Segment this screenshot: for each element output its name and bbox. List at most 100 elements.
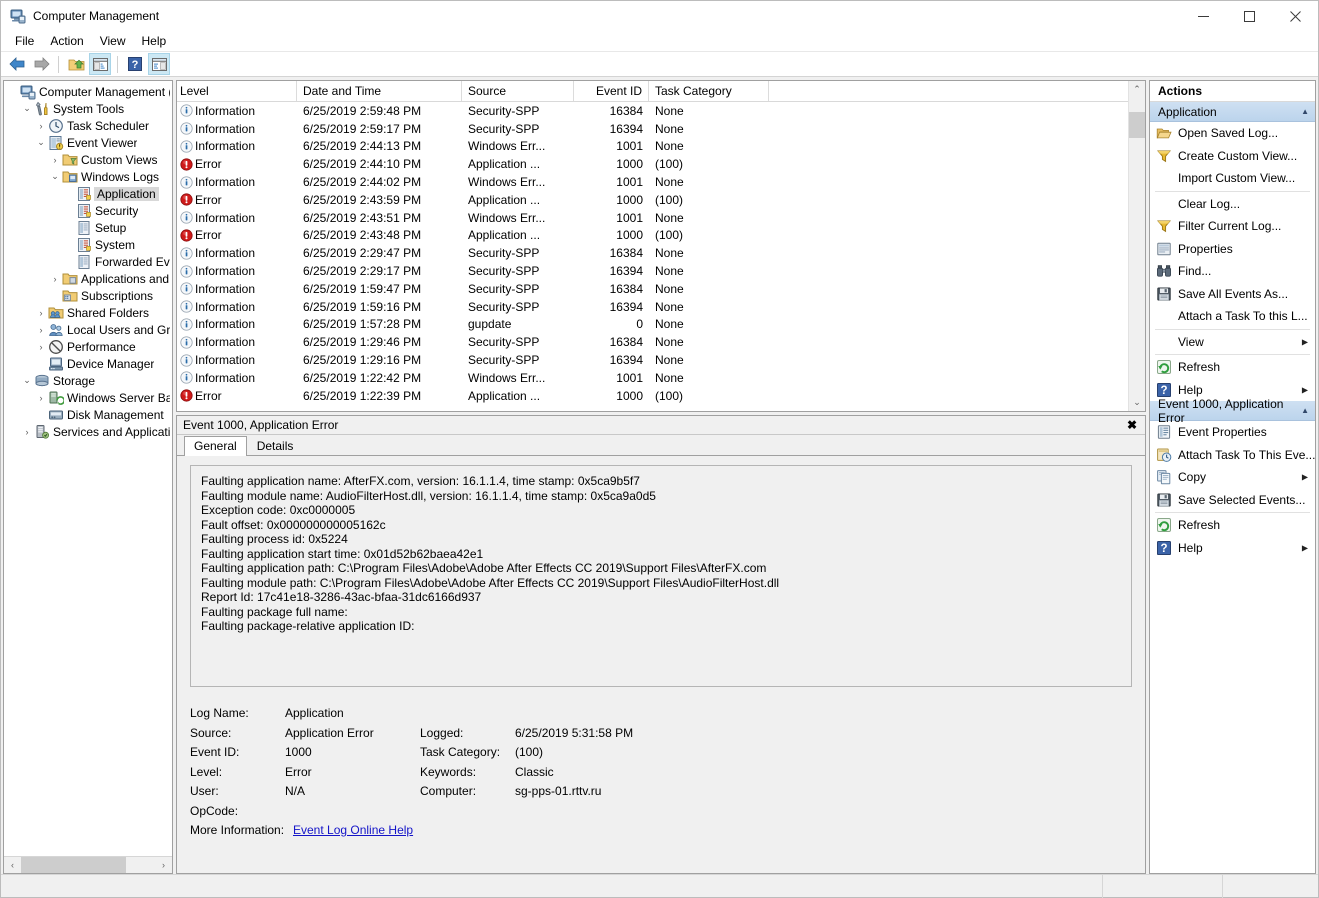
event-row[interactable]: Error 6/25/2019 2:43:59 PM Application ...… <box>177 191 1128 209</box>
column-header-task-category[interactable]: Task Category <box>649 81 769 101</box>
event-row[interactable]: Error 6/25/2019 1:22:39 PM Application ...… <box>177 387 1128 405</box>
event-row[interactable]: Information 6/25/2019 2:29:17 PM Security-… <box>177 262 1128 280</box>
scroll-left-button[interactable]: ‹ <box>4 857 21 873</box>
tree-item-system-tools[interactable]: ⌄ System Tools <box>4 100 172 117</box>
chevron-right-icon[interactable]: › <box>34 304 48 321</box>
column-header-source[interactable]: Source <box>462 81 574 101</box>
action-item-filter-current-log[interactable]: Filter Current Log... <box>1150 215 1315 238</box>
menu-action[interactable]: Action <box>42 32 91 51</box>
up-one-level-button[interactable] <box>65 53 87 75</box>
tree-item-windows-server-backup[interactable]: › Windows Server Backup <box>4 389 172 406</box>
event-row[interactable]: Information 6/25/2019 2:59:17 PM Security-… <box>177 120 1128 138</box>
event-list-rows[interactable]: Information 6/25/2019 2:59:48 PM Security-… <box>177 102 1128 411</box>
tab-general[interactable]: General <box>184 436 247 456</box>
event-row[interactable]: Error 6/25/2019 2:44:10 PM Application ...… <box>177 155 1128 173</box>
event-row[interactable]: Information 6/25/2019 1:22:42 PM Windows E… <box>177 369 1128 387</box>
event-row[interactable]: Information 6/25/2019 2:59:48 PM Security-… <box>177 102 1128 120</box>
tree-hscroll-thumb[interactable] <box>21 857 126 873</box>
chevron-right-icon[interactable]: › <box>34 117 48 134</box>
action-item-refresh[interactable]: Refresh <box>1150 514 1315 537</box>
tree-item-setup[interactable]: Setup <box>4 219 172 236</box>
menu-file[interactable]: File <box>7 32 42 51</box>
column-header-event-id[interactable]: Event ID <box>574 81 649 101</box>
chevron-right-icon[interactable]: › <box>34 389 48 406</box>
tree-hscroll-track[interactable] <box>21 857 155 873</box>
scroll-right-button[interactable]: › <box>155 857 172 873</box>
close-icon[interactable]: ✖ <box>1124 417 1140 433</box>
tree-item-local-users-and-groups[interactable]: › Local Users and Groups <box>4 321 172 338</box>
scroll-down-button[interactable]: ⌄ <box>1129 394 1145 411</box>
tree-item-shared-folders[interactable]: › Shared Folders <box>4 304 172 321</box>
actions-section-header[interactable]: Event 1000, Application Error ▲ <box>1150 397 1315 425</box>
tree-item-task-scheduler[interactable]: › Task Scheduler <box>4 117 172 134</box>
chevron-down-icon[interactable]: ⌄ <box>20 100 34 117</box>
event-row[interactable]: Information 6/25/2019 2:44:13 PM Windows E… <box>177 138 1128 156</box>
action-item-help[interactable]: ? Help ▶ <box>1150 379 1315 402</box>
action-item-event-properties[interactable]: Event Properties <box>1150 421 1315 444</box>
chevron-right-icon[interactable]: › <box>34 338 48 355</box>
chevron-down-icon[interactable]: ⌄ <box>34 134 48 151</box>
chevron-right-icon[interactable]: › <box>48 151 62 168</box>
action-item-view[interactable]: View ▶ <box>1150 331 1315 354</box>
event-row[interactable]: Error 6/25/2019 2:43:48 PM Application ...… <box>177 227 1128 245</box>
event-row[interactable]: Information 6/25/2019 1:57:28 PM gupdate 0 N… <box>177 316 1128 334</box>
tree-item-forwarded-event[interactable]: Forwarded Event <box>4 253 172 270</box>
tree-item-services-and-applications[interactable]: › Services and Applications <box>4 423 172 440</box>
event-description-box[interactable]: Faulting application name: AfterFX.com, … <box>190 465 1132 687</box>
column-header-date-time[interactable]: Date and Time <box>297 81 462 101</box>
help-button[interactable]: ? <box>124 53 146 75</box>
tree-item-event-viewer[interactable]: ⌄ Event Viewer <box>4 134 172 151</box>
chevron-up-icon[interactable]: ▲ <box>1301 107 1309 116</box>
event-row[interactable]: Information 6/25/2019 1:29:16 PM Security-… <box>177 351 1128 369</box>
action-item-find[interactable]: Find... <box>1150 260 1315 283</box>
chevron-down-icon[interactable]: ⌄ <box>20 372 34 389</box>
tree-item-subscriptions[interactable]: Subscriptions <box>4 287 172 304</box>
back-button[interactable] <box>6 53 28 75</box>
tree-item-storage[interactable]: ⌄ Storage <box>4 372 172 389</box>
column-header-level[interactable]: Level <box>177 81 297 101</box>
action-item-properties[interactable]: Properties <box>1150 238 1315 261</box>
menu-view[interactable]: View <box>92 32 134 51</box>
event-row[interactable]: Information 6/25/2019 1:59:16 PM Security-… <box>177 298 1128 316</box>
chevron-down-icon[interactable]: ⌄ <box>48 168 62 185</box>
show-hide-action-pane-button[interactable] <box>148 53 170 75</box>
tree-item-performance[interactable]: › Performance <box>4 338 172 355</box>
action-item-refresh[interactable]: Refresh <box>1150 356 1315 379</box>
action-item-help[interactable]: ? Help ▶ <box>1150 537 1315 560</box>
minimize-button[interactable] <box>1180 1 1226 31</box>
action-item-clear-log[interactable]: Clear Log... <box>1150 193 1315 216</box>
action-item-copy[interactable]: Copy ▶ <box>1150 466 1315 489</box>
tree-horizontal-scrollbar[interactable]: ‹ › <box>4 856 172 873</box>
event-row[interactable]: Information 6/25/2019 1:29:46 PM Security-… <box>177 333 1128 351</box>
scroll-up-button[interactable]: ⌃ <box>1129 81 1145 98</box>
tree-item-computer-management-local[interactable]: Computer Management (Local <box>4 83 172 100</box>
chevron-right-icon[interactable]: ▶ <box>1302 385 1308 394</box>
tree-item-system[interactable]: System <box>4 236 172 253</box>
event-row[interactable]: Information 6/25/2019 2:29:47 PM Security-… <box>177 244 1128 262</box>
event-list-vscroll-track[interactable] <box>1129 98 1145 394</box>
chevron-right-icon[interactable]: › <box>34 321 48 338</box>
chevron-right-icon[interactable]: ▶ <box>1302 337 1308 346</box>
menu-help[interactable]: Help <box>134 32 175 51</box>
event-log-online-help-link[interactable]: Event Log Online Help <box>293 823 413 837</box>
event-row[interactable]: Information 6/25/2019 1:59:47 PM Security-… <box>177 280 1128 298</box>
tree-item-applications-and-se[interactable]: › Applications and Se <box>4 270 172 287</box>
chevron-right-icon[interactable]: ▶ <box>1302 473 1308 482</box>
chevron-up-icon[interactable]: ▲ <box>1301 406 1309 415</box>
event-row[interactable]: Information 6/25/2019 2:44:02 PM Windows E… <box>177 173 1128 191</box>
tree-item-custom-views[interactable]: › Custom Views <box>4 151 172 168</box>
show-hide-console-tree-button[interactable] <box>89 53 111 75</box>
tree-item-device-manager[interactable]: Device Manager <box>4 355 172 372</box>
maximize-button[interactable] <box>1226 1 1272 31</box>
action-item-attach-a-task-to-this-l[interactable]: Attach a Task To this L... <box>1150 305 1315 328</box>
chevron-right-icon[interactable]: ▶ <box>1302 543 1308 552</box>
event-list-vscroll-thumb[interactable] <box>1129 112 1145 138</box>
close-button[interactable] <box>1272 1 1318 31</box>
chevron-right-icon[interactable]: › <box>48 270 62 287</box>
tree-item-application[interactable]: Application <box>4 185 172 202</box>
console-tree[interactable]: Computer Management (Local⌄System Tools›… <box>4 81 172 856</box>
action-item-save-all-events-as[interactable]: Save All Events As... <box>1150 283 1315 306</box>
event-row[interactable]: Information 6/25/2019 2:43:51 PM Windows E… <box>177 209 1128 227</box>
action-item-attach-task-to-this-eve[interactable]: Attach Task To This Eve... <box>1150 444 1315 467</box>
tree-item-disk-management[interactable]: Disk Management <box>4 406 172 423</box>
